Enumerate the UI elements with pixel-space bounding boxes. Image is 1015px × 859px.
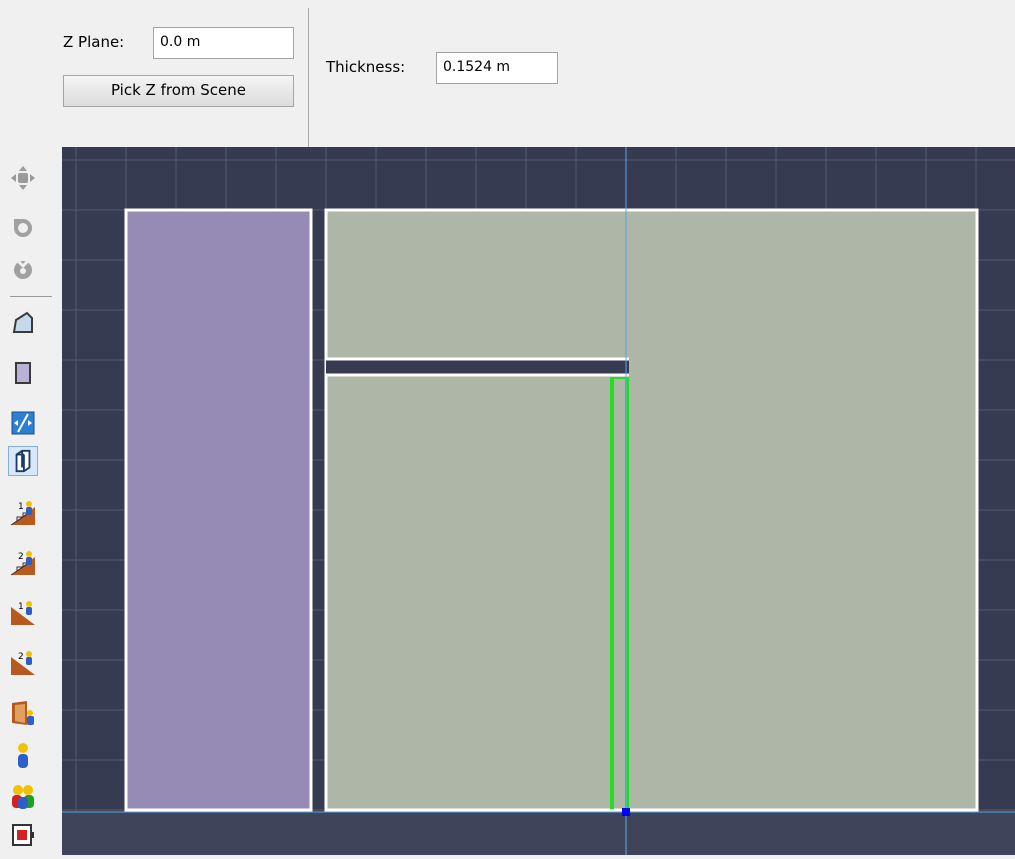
svg-text:2: 2	[18, 652, 24, 662]
orbit-tool-icon[interactable]	[8, 254, 38, 284]
floor-plan-canvas[interactable]	[62, 147, 1015, 855]
z-plane-input[interactable]: 0.0 m	[153, 27, 294, 59]
door-tool-icon[interactable]	[8, 698, 38, 728]
tool-separator	[10, 296, 52, 297]
thickness-input[interactable]: 0.1524 m	[436, 52, 558, 84]
occupant-tool-icon[interactable]	[8, 741, 38, 771]
wall-gap	[326, 358, 629, 375]
exit-tool-icon[interactable]	[8, 820, 38, 850]
tool-palette: 1 2 1 2	[0, 147, 62, 855]
draw-rectangle-tool-icon[interactable]	[8, 358, 38, 388]
svg-text:1: 1	[18, 502, 24, 512]
svg-text:1: 1	[18, 602, 24, 612]
room-right-gray[interactable]	[324, 208, 979, 812]
svg-text:2: 2	[18, 552, 24, 562]
pan-tool-icon[interactable]	[8, 163, 38, 193]
z-plane-label: Z Plane:	[63, 33, 125, 51]
selected-wall-left[interactable]	[610, 378, 614, 809]
properties-toolbar: Z Plane: 0.0 m Pick Z from Scene Thickne…	[0, 0, 1015, 147]
lower-band	[62, 812, 1015, 855]
anchor-point[interactable]	[622, 808, 630, 816]
draw-polygon-tool-icon[interactable]	[8, 308, 38, 338]
pick-z-from-scene-button[interactable]: Pick Z from Scene	[63, 75, 294, 107]
thickness-label: Thickness:	[326, 58, 406, 76]
extrude-wall-tool-icon[interactable]	[8, 446, 38, 476]
split-tool-icon[interactable]	[8, 408, 38, 438]
model-viewport[interactable]	[62, 147, 1015, 855]
occupant-group-tool-icon[interactable]	[8, 781, 38, 811]
rotate-tool-icon[interactable]	[8, 213, 38, 243]
room-left-purple[interactable]	[124, 208, 313, 812]
stairs-2-tool-icon[interactable]: 2	[8, 548, 38, 578]
ramp-1-tool-icon[interactable]: 1	[8, 598, 38, 628]
ramp-2-tool-icon[interactable]: 2	[8, 648, 38, 678]
stairs-1-tool-icon[interactable]: 1	[8, 498, 38, 528]
toolbar-divider	[308, 8, 309, 147]
